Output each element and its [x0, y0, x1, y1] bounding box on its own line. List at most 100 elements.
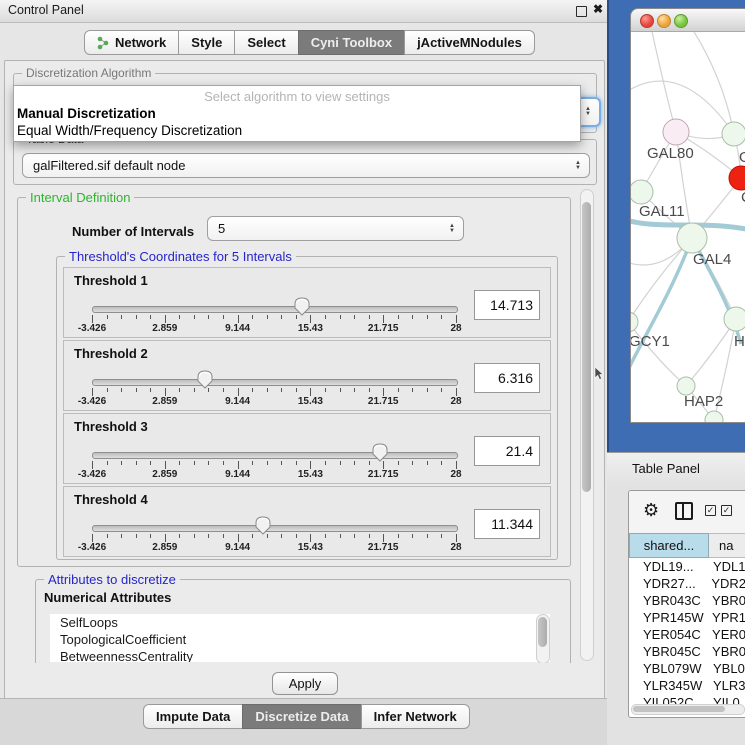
tick-mark: [369, 534, 370, 538]
gear-icon[interactable]: ⚙: [643, 500, 659, 521]
threshold-label: Threshold 4: [74, 492, 148, 507]
axis-tick-label: 15.43: [298, 323, 323, 334]
tick-mark: [223, 315, 224, 319]
tab-label: Cyni Toolbox: [311, 31, 392, 54]
tick-mark: [107, 315, 108, 319]
settings-scrollbar[interactable]: [580, 189, 594, 661]
dropdown-option-equal-width-frequency[interactable]: Equal Width/Frequency Discretization: [17, 123, 242, 138]
tab-infer-network[interactable]: Infer Network: [361, 704, 470, 729]
attribute-list-item[interactable]: SelfLoops: [50, 614, 550, 631]
tick-mark: [427, 388, 428, 392]
number-of-intervals-dropdown[interactable]: 5 ▲▼: [207, 216, 464, 241]
tab-cyni-toolbox[interactable]: Cyni Toolbox: [298, 30, 405, 55]
tab-select[interactable]: Select: [234, 30, 298, 55]
mouse-cursor: [595, 367, 605, 381]
slider-track[interactable]: [92, 379, 458, 386]
tab-impute-data[interactable]: Impute Data: [143, 704, 243, 729]
column-header-shared-name[interactable]: shared...: [629, 533, 709, 558]
tick-mark: [310, 315, 311, 323]
slider-thumb[interactable]: [255, 516, 271, 535]
network-window-titlebar[interactable]: [631, 9, 745, 32]
threshold-value-field[interactable]: 14.713: [474, 290, 540, 320]
tab-style[interactable]: Style: [178, 30, 235, 55]
tab-discretize-data[interactable]: Discretize Data: [242, 704, 361, 729]
node-g[interactable]: [722, 122, 745, 146]
dropdown-prompt-item[interactable]: Select algorithm to view settings: [14, 89, 580, 104]
table-row[interactable]: YER054CYER0: [629, 626, 745, 643]
tick-mark: [398, 315, 399, 319]
attributes-group-label: Attributes to discretize: [44, 572, 180, 587]
table-row[interactable]: YBR045CYBR0: [629, 643, 745, 660]
slider-thumb[interactable]: [294, 297, 310, 316]
close-icon[interactable]: ✖: [593, 2, 603, 16]
table-horizontal-scrollbar[interactable]: [631, 704, 745, 715]
node-gal11[interactable]: [631, 180, 653, 204]
table-row[interactable]: YBL079WYBL0: [629, 660, 745, 677]
tick-mark: [325, 534, 326, 538]
tick-mark: [369, 315, 370, 319]
tick-mark: [194, 461, 195, 465]
table-row[interactable]: YBR043CYBR0: [629, 592, 745, 609]
numerical-attributes-label: Numerical Attributes: [44, 590, 171, 605]
node-gal4[interactable]: [677, 223, 707, 253]
node-h[interactable]: [724, 307, 745, 331]
tab-network[interactable]: Network: [84, 30, 179, 55]
attributes-scrollbar[interactable]: [536, 614, 550, 663]
zoom-traffic-light-icon[interactable]: [674, 14, 688, 28]
node-table-window: ⚙ ✓ ✓ shared... na YDL19...YDL1YDR27...Y…: [628, 490, 745, 718]
node-gal80[interactable]: [663, 119, 689, 145]
network-canvas[interactable]: GAL80 G GAL11 GAL4 GCY1 H HAP2 C: [631, 32, 745, 422]
slider-thumb[interactable]: [372, 443, 388, 462]
table-data-value: galFiltered.sif default node: [33, 158, 185, 173]
table-row[interactable]: YPR145WYPR1: [629, 609, 745, 626]
slider-track[interactable]: [92, 306, 458, 313]
number-of-intervals-label: Number of Intervals: [72, 224, 194, 239]
node-gcy1[interactable]: [631, 312, 638, 332]
tick-mark: [456, 388, 457, 396]
minimize-traffic-light-icon[interactable]: [657, 14, 671, 28]
cell-name: YBL0: [707, 660, 745, 677]
cell-shared-name: YDL19...: [629, 558, 707, 575]
node-label: GAL80: [647, 145, 694, 162]
column-header-name[interactable]: na: [709, 533, 745, 558]
threshold-value-field[interactable]: 21.4: [474, 436, 540, 466]
apply-button[interactable]: Apply: [272, 672, 338, 695]
tick-mark: [150, 534, 151, 538]
slider-track[interactable]: [92, 452, 458, 459]
tick-mark: [296, 388, 297, 392]
axis-tick-label: 21.715: [368, 396, 399, 407]
tick-mark: [238, 534, 239, 542]
slider-thumb[interactable]: [197, 370, 213, 389]
attribute-list-item[interactable]: TopologicalCoefficient: [50, 631, 550, 648]
float-window-icon[interactable]: [576, 6, 587, 17]
close-traffic-light-icon[interactable]: [640, 14, 654, 28]
threshold-4-box: Threshold 4-3.4262.8599.14415.4321.71528…: [63, 486, 551, 557]
tick-mark: [136, 534, 137, 538]
threshold-value-field[interactable]: 6.316: [474, 363, 540, 393]
checkbox-icon[interactable]: ✓: [705, 505, 716, 516]
axis-tick-label: 15.43: [298, 542, 323, 553]
columns-icon[interactable]: [675, 502, 693, 520]
cell-name: YDR2: [705, 575, 745, 592]
dropdown-option-manual-discretization[interactable]: Manual Discretization: [17, 106, 156, 121]
numerical-attributes-list[interactable]: SelfLoopsTopologicalCoefficientBetweenne…: [50, 614, 550, 662]
tick-mark: [441, 461, 442, 465]
threshold-label: Threshold 3: [74, 419, 148, 434]
threshold-value-field[interactable]: 11.344: [474, 509, 540, 539]
tick-mark: [121, 461, 122, 465]
tick-mark: [281, 315, 282, 319]
slider-track[interactable]: [92, 525, 458, 532]
interval-definition-label: Interval Definition: [26, 190, 134, 205]
tick-mark: [238, 461, 239, 469]
control-panel: Control Panel ✖ NetworkStyleSelectCyni T…: [0, 0, 607, 745]
tab-jactivemnodules[interactable]: jActiveMNodules: [404, 30, 535, 55]
checkbox-icon[interactable]: ✓: [721, 505, 732, 516]
node-label: C: [741, 189, 745, 206]
table-data-dropdown[interactable]: galFiltered.sif default node ▲▼: [22, 153, 590, 178]
table-row[interactable]: YLR345WYLR3: [629, 677, 745, 694]
network-view-window[interactable]: GAL80 G GAL11 GAL4 GCY1 H HAP2 C: [630, 8, 745, 423]
table-row[interactable]: YDL19...YDL1: [629, 558, 745, 575]
table-row[interactable]: YDR27...YDR2: [629, 575, 745, 592]
tick-mark: [354, 534, 355, 538]
attribute-list-item[interactable]: BetweennessCentrality: [50, 648, 550, 662]
